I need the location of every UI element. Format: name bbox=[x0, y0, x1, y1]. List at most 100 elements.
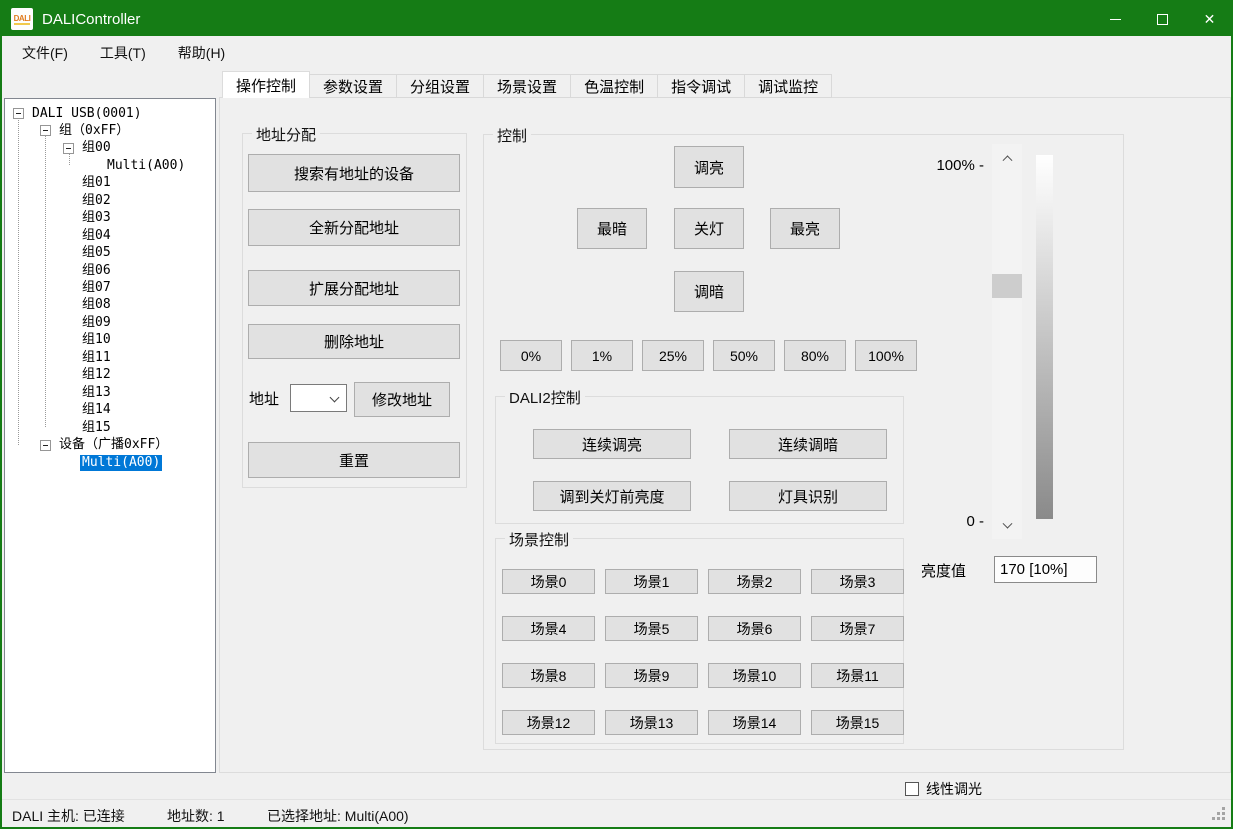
menu-item[interactable]: 工具(T) bbox=[88, 37, 158, 69]
tab[interactable]: 参数设置 bbox=[309, 74, 397, 98]
tree-item[interactable]: DALI USB(0001) bbox=[13, 105, 144, 122]
percent-button[interactable]: 25% bbox=[642, 340, 704, 371]
scene-control-group: 场景控制 场景0场景1场景2场景3场景4场景5场景6场景7场景8场景9场景10场… bbox=[495, 538, 904, 744]
menu-item[interactable]: 文件(F) bbox=[10, 37, 80, 69]
tree-item-label: DALI USB(0001) bbox=[30, 106, 144, 122]
scene-button[interactable]: 场景6 bbox=[708, 616, 801, 641]
tree-expand-minus-icon[interactable] bbox=[63, 143, 74, 154]
tree-item[interactable]: 组06 bbox=[63, 262, 113, 279]
tab[interactable]: 场景设置 bbox=[483, 74, 571, 98]
scene-button[interactable]: 场景8 bbox=[502, 663, 595, 688]
continuous-dim-button[interactable]: 连续调暗 bbox=[729, 429, 887, 459]
scene-button[interactable]: 场景7 bbox=[811, 616, 904, 641]
tree-item[interactable]: 组01 bbox=[63, 175, 113, 192]
tree-item[interactable]: 组08 bbox=[63, 297, 113, 314]
tree-item[interactable]: 设备（广播0xFF） bbox=[40, 437, 170, 454]
dim-button[interactable]: 调暗 bbox=[674, 271, 744, 312]
tree-item[interactable]: Multi(A00) bbox=[88, 157, 187, 174]
tree-item-label: 组13 bbox=[80, 385, 113, 401]
scroll-up-button[interactable] bbox=[992, 144, 1022, 170]
scene-button[interactable]: 场景0 bbox=[502, 569, 595, 594]
search-addressed-devices-button[interactable]: 搜索有地址的设备 bbox=[248, 154, 460, 192]
scrollbar-thumb[interactable] bbox=[992, 274, 1022, 298]
maximize-button[interactable] bbox=[1139, 0, 1186, 38]
percent-button[interactable]: 100% bbox=[855, 340, 917, 371]
percent-button[interactable]: 50% bbox=[713, 340, 775, 371]
tree-item-label: 组15 bbox=[80, 420, 113, 436]
app-icon: DALI bbox=[11, 8, 33, 30]
status-selected-address: 已选择地址: Multi(A00) bbox=[267, 806, 409, 826]
tree-expand-minus-icon[interactable] bbox=[40, 440, 51, 451]
tree-item[interactable]: 组11 bbox=[63, 349, 113, 366]
resize-grip[interactable] bbox=[1222, 817, 1225, 820]
group-title: DALI2控制 bbox=[505, 387, 585, 408]
delete-address-button[interactable]: 删除地址 bbox=[248, 324, 460, 359]
lights-off-button[interactable]: 关灯 bbox=[674, 208, 744, 249]
tree-item[interactable]: 组00 bbox=[63, 140, 113, 157]
tree-item-label: 组11 bbox=[80, 350, 113, 366]
reset-button[interactable]: 重置 bbox=[248, 442, 460, 478]
scene-button[interactable]: 场景14 bbox=[708, 710, 801, 735]
continuous-brighten-button[interactable]: 连续调亮 bbox=[533, 429, 691, 459]
scene-button[interactable]: 场景13 bbox=[605, 710, 698, 735]
percent-button[interactable]: 1% bbox=[571, 340, 633, 371]
menu-item[interactable]: 帮助(H) bbox=[166, 37, 237, 69]
brightness-value-input[interactable] bbox=[994, 556, 1097, 583]
tab[interactable]: 指令调试 bbox=[657, 74, 745, 98]
tree-item[interactable]: 组05 bbox=[63, 245, 113, 262]
percent-button[interactable]: 80% bbox=[784, 340, 846, 371]
tab[interactable]: 分组设置 bbox=[396, 74, 484, 98]
tree-item[interactable]: 组15 bbox=[63, 419, 113, 436]
tree-expand-minus-icon[interactable] bbox=[13, 108, 24, 119]
tree-item[interactable]: 组（0xFF） bbox=[40, 122, 131, 139]
scene-button[interactable]: 场景12 bbox=[502, 710, 595, 735]
chevron-up-icon bbox=[1002, 155, 1012, 165]
scene-button[interactable]: 场景15 bbox=[811, 710, 904, 735]
tree-item-label: 组04 bbox=[80, 228, 113, 244]
tab[interactable]: 操作控制 bbox=[222, 71, 310, 98]
extend-assign-address-button[interactable]: 扩展分配地址 bbox=[248, 270, 460, 306]
tree-item[interactable]: 组03 bbox=[63, 210, 113, 227]
tab[interactable]: 调试监控 bbox=[744, 74, 832, 98]
scene-button[interactable]: 场景5 bbox=[605, 616, 698, 641]
modify-address-button[interactable]: 修改地址 bbox=[354, 382, 450, 417]
tree-item[interactable]: 组04 bbox=[63, 227, 113, 244]
address-combobox[interactable] bbox=[290, 384, 347, 412]
scene-button[interactable]: 场景10 bbox=[708, 663, 801, 688]
brightest-button[interactable]: 最亮 bbox=[770, 208, 840, 249]
scene-button[interactable]: 场景4 bbox=[502, 616, 595, 641]
percent-button[interactable]: 0% bbox=[500, 340, 562, 371]
tab[interactable]: 色温控制 bbox=[570, 74, 658, 98]
scene-button[interactable]: 场景11 bbox=[811, 663, 904, 688]
scene-button[interactable]: 场景1 bbox=[605, 569, 698, 594]
tree-expand-minus-icon[interactable] bbox=[40, 125, 51, 136]
minimize-button[interactable] bbox=[1092, 0, 1139, 38]
tree-item[interactable]: 组13 bbox=[63, 384, 113, 401]
tree-item[interactable]: 组12 bbox=[63, 367, 113, 384]
close-button[interactable]: ✕ bbox=[1186, 0, 1233, 38]
chevron-down-icon bbox=[1002, 518, 1012, 528]
assign-new-address-button[interactable]: 全新分配地址 bbox=[248, 209, 460, 246]
scene-button[interactable]: 场景9 bbox=[605, 663, 698, 688]
linear-dimming-checkbox[interactable] bbox=[905, 782, 919, 796]
tree-item-label: 组03 bbox=[80, 210, 113, 226]
device-tree[interactable]: DALI USB(0001) 组（0xFF） 组00 Multi(A00) 组0… bbox=[4, 98, 216, 773]
scroll-down-button[interactable] bbox=[992, 513, 1022, 539]
tree-item[interactable]: 组09 bbox=[63, 314, 113, 331]
tree-item[interactable]: 组10 bbox=[63, 332, 113, 349]
luminaire-identify-button[interactable]: 灯具识别 bbox=[729, 481, 887, 511]
tree-item[interactable]: 组14 bbox=[63, 402, 113, 419]
tree-item-label: 组02 bbox=[80, 193, 113, 209]
brighten-button[interactable]: 调亮 bbox=[674, 146, 744, 188]
tree-item[interactable]: 组02 bbox=[63, 192, 113, 209]
brightness-scrollbar[interactable] bbox=[992, 144, 1022, 539]
darkest-button[interactable]: 最暗 bbox=[577, 208, 647, 249]
control-group: 控制 调亮 最暗 关灯 最亮 调暗 0%1%25%50%80%100% DALI… bbox=[483, 134, 1124, 750]
address-label: 地址 bbox=[249, 388, 279, 409]
scene-button[interactable]: 场景3 bbox=[811, 569, 904, 594]
tree-item[interactable]: Multi(A00) bbox=[63, 454, 162, 471]
restore-pre-off-brightness-button[interactable]: 调到关灯前亮度 bbox=[533, 481, 691, 511]
minimize-icon bbox=[1110, 19, 1121, 20]
tree-item[interactable]: 组07 bbox=[63, 280, 113, 297]
scene-button[interactable]: 场景2 bbox=[708, 569, 801, 594]
